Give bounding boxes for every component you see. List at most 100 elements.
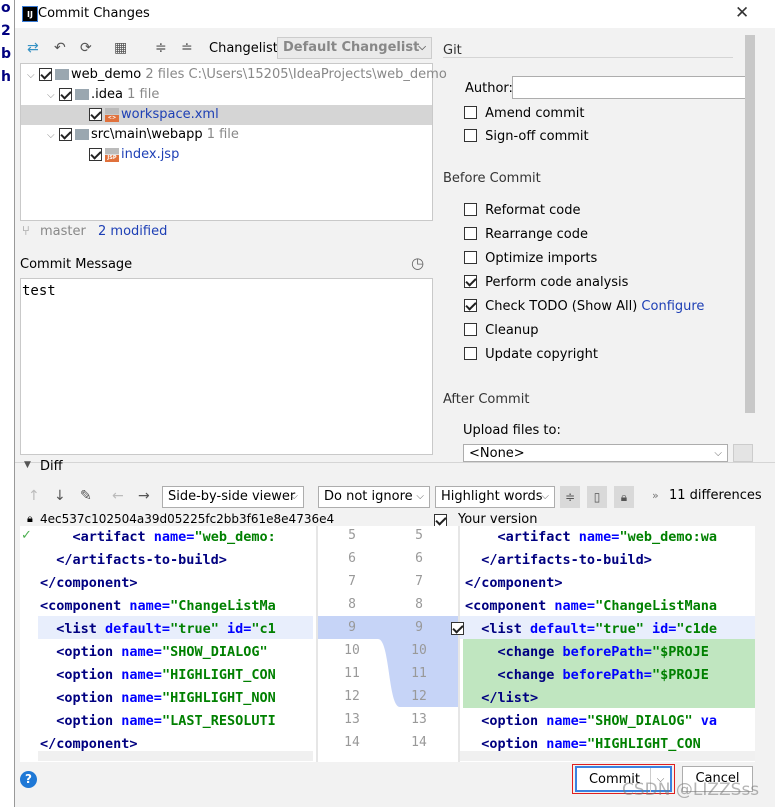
sync-scroll-icon[interactable]: ▯ <box>587 486 607 508</box>
checkbox[interactable] <box>39 68 52 81</box>
checkbox[interactable] <box>89 108 102 121</box>
window-title: Commit Changes <box>38 6 150 21</box>
after-commit-title: After Commit <box>443 392 530 407</box>
before-commit-option[interactable]: Cleanup <box>464 322 539 340</box>
divider <box>458 526 460 762</box>
checkbox[interactable] <box>464 251 477 264</box>
checkbox[interactable] <box>464 227 477 240</box>
prev-diff-icon[interactable]: ↑ <box>28 488 40 504</box>
checkbox[interactable] <box>464 299 477 312</box>
code-token: "$PROJE <box>651 644 709 660</box>
checkbox[interactable] <box>59 128 72 141</box>
highlight-select[interactable]: Highlight words ⌵ <box>435 486 555 508</box>
tree-item[interactable]: ⌵ web_demo 2 files C:\Users\15205\IdeaPro… <box>21 65 447 85</box>
item-path: C:\Users\15205\IdeaProjects\web_demo <box>188 67 447 82</box>
folder-icon <box>75 89 89 100</box>
show-diff-icon[interactable]: ⇄ <box>27 40 39 56</box>
configure-link[interactable]: Configure <box>641 299 704 314</box>
code-token: name= <box>538 713 587 729</box>
code-token: id= <box>643 621 677 637</box>
group-by-icon[interactable]: ▦ <box>114 40 127 56</box>
signoff-commit-checkbox[interactable]: Sign-off commit <box>464 128 589 146</box>
code-token: name= <box>121 598 171 614</box>
changelist-select[interactable]: Default Changelist ⌵ <box>277 37 432 59</box>
right-line-number: 5 <box>415 528 423 543</box>
right-code-line: </artifacts-to-build> <box>465 549 755 572</box>
upload-target-select[interactable]: <None> ⌵ <box>463 444 728 462</box>
before-commit-option[interactable]: Optimize imports <box>464 250 597 268</box>
right-line-number: 8 <box>415 597 423 612</box>
refresh-icon[interactable]: ⟳ <box>80 40 92 56</box>
background-window-edge: o 2 b h <box>0 0 15 807</box>
author-input[interactable] <box>512 76 752 99</box>
ignore-whitespace-select[interactable]: Do not ignore ⌵ <box>318 486 430 508</box>
checkbox[interactable] <box>464 347 477 360</box>
viewer-select[interactable]: Side-by-side viewer ⌵ <box>162 486 304 508</box>
tree-item[interactable]: JSP index.jsp <box>21 145 432 165</box>
checkbox[interactable] <box>464 275 477 288</box>
modified-count-link[interactable]: 2 modified <box>98 224 167 239</box>
checkbox[interactable] <box>464 106 477 119</box>
rollback-icon[interactable]: ↶ <box>54 40 66 56</box>
checkbox[interactable] <box>464 323 477 336</box>
collapse-unchanged-icon[interactable]: ≑ <box>560 486 580 508</box>
code-token: <option <box>465 736 539 752</box>
collapse-diff-icon[interactable]: ▼ <box>24 460 31 470</box>
collapse-all-icon[interactable]: ≐ <box>181 40 193 56</box>
author-label: Author: <box>465 81 513 96</box>
checkbox[interactable] <box>59 88 72 101</box>
code-token: name= <box>538 736 587 752</box>
code-token: name= <box>546 598 596 614</box>
history-clock-icon[interactable]: ◷ <box>411 254 424 272</box>
tree-item[interactable]: ⌵ src\main\webapp 1 file <box>21 125 432 145</box>
right-code-line: <component name="ChangeListMana <box>465 595 755 618</box>
close-icon[interactable]: ✕ <box>735 3 749 23</box>
before-commit-option[interactable]: Update copyright <box>464 346 598 364</box>
apply-change-checkbox[interactable] <box>451 622 465 635</box>
left-line-number: 8 <box>348 597 356 612</box>
code-token: id= <box>218 621 252 637</box>
options-scrollbar[interactable] <box>745 35 755 413</box>
back-icon[interactable]: ← <box>112 488 124 504</box>
before-commit-option[interactable]: Check TODO (Show All) Configure <box>464 298 704 316</box>
differences-count: 11 differences <box>669 488 762 503</box>
checkbox[interactable] <box>464 203 477 216</box>
amend-commit-checkbox[interactable]: Amend commit <box>464 105 584 123</box>
checkbox[interactable] <box>464 129 477 142</box>
item-name: index.jsp <box>121 147 180 162</box>
option-label: Update copyright <box>485 347 598 362</box>
code-token: <option <box>40 690 114 706</box>
before-commit-option[interactable]: Reformat code <box>464 202 580 220</box>
tree-item[interactable]: ⌵ .idea 1 file <box>21 85 432 105</box>
left-code-line: <list default="true" id="c1 <box>40 618 313 641</box>
next-diff-icon[interactable]: ↓ <box>54 488 66 504</box>
option-label: Cleanup <box>485 323 539 338</box>
left-line-number: 5 <box>348 528 356 543</box>
upload-target-value: <None> <box>469 446 525 461</box>
help-button[interactable]: ? <box>20 771 37 788</box>
more-icon[interactable]: » <box>652 489 659 502</box>
code-token: "HIGHLIGHT_CON <box>161 667 276 683</box>
right-line-number: 9 <box>415 620 423 635</box>
changes-tree[interactable]: ⌵ web_demo 2 files C:\Users\15205\IdeaPro… <box>20 63 447 221</box>
expand-all-icon[interactable]: ≑ <box>155 40 167 56</box>
right-line-number: 13 <box>411 712 427 727</box>
before-commit-option[interactable]: Perform code analysis <box>464 274 628 292</box>
before-commit-option[interactable]: Rearrange code <box>464 226 588 244</box>
edit-source-icon[interactable]: ✎ <box>80 488 92 504</box>
checkbox[interactable] <box>89 148 102 161</box>
right-revision-label: Your version <box>458 512 538 527</box>
bg-glyph: 2 <box>1 23 11 39</box>
lock-icon[interactable]: 🔒︎ <box>614 486 634 508</box>
commit-message-input[interactable]: test <box>20 278 433 455</box>
commit-message-label: Commit Message <box>20 257 133 272</box>
configure-servers-button[interactable] <box>733 444 753 462</box>
chevron-down-icon: ⌵ <box>290 491 298 502</box>
changelist-value: Default Changelist <box>283 40 420 55</box>
tree-item[interactable]: <> workspace.xml <box>21 105 432 125</box>
forward-icon[interactable]: → <box>138 488 150 504</box>
code-token: <artifact <box>40 529 146 545</box>
left-code-line: <option name="SHOW_DIALOG" <box>40 641 313 664</box>
code-token: "ChangeListMa <box>170 598 276 614</box>
left-line-number: 12 <box>344 689 360 704</box>
